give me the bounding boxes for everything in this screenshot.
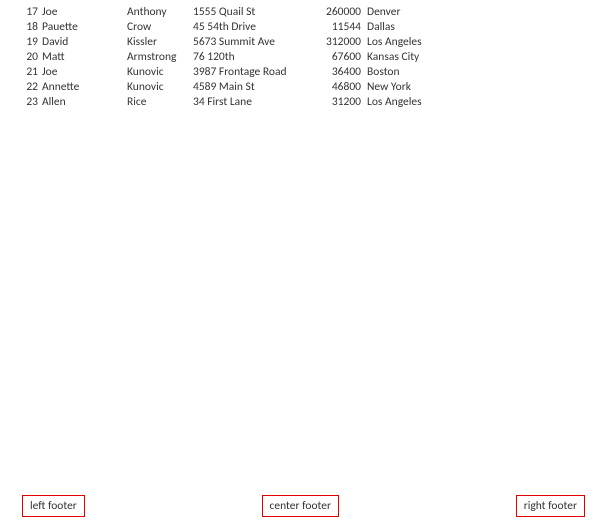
cell-last-name: Rice — [127, 95, 193, 110]
cell-id: 18 — [22, 20, 42, 35]
table-row: 18 Pauette Crow 45 54th Drive 11544 Dall… — [22, 20, 607, 35]
table-row: 19 David Kissler 5673 Summit Ave 312000 … — [22, 35, 607, 50]
cell-city: Dallas — [367, 20, 487, 35]
cell-city: New York — [367, 80, 487, 95]
cell-number: 11544 — [319, 20, 367, 35]
table-row: 20 Matt Armstrong 76 120th 67600 Kansas … — [22, 50, 607, 65]
cell-id: 17 — [22, 5, 42, 20]
cell-first-name: Joe — [42, 65, 127, 80]
cell-last-name: Kunovic — [127, 65, 193, 80]
cell-id: 19 — [22, 35, 42, 50]
cell-id: 21 — [22, 65, 42, 80]
table-row: 21 Joe Kunovic 3987 Frontage Road 36400 … — [22, 65, 607, 80]
cell-last-name: Crow — [127, 20, 193, 35]
cell-address: 5673 Summit Ave — [193, 35, 319, 50]
cell-last-name: Kunovic — [127, 80, 193, 95]
cell-id: 20 — [22, 50, 42, 65]
table-row: 23 Allen Rice 34 First Lane 31200 Los An… — [22, 95, 607, 110]
cell-city: Boston — [367, 65, 487, 80]
cell-city: Kansas City — [367, 50, 487, 65]
page-footer: left footer center footer right footer — [0, 495, 607, 517]
cell-number: 31200 — [319, 95, 367, 110]
footer-left: left footer — [22, 495, 85, 517]
cell-address: 76 120th — [193, 50, 319, 65]
footer-center: center footer — [262, 495, 339, 517]
cell-number: 260000 — [319, 5, 367, 20]
cell-number: 67600 — [319, 50, 367, 65]
footer-right: right footer — [516, 495, 585, 517]
cell-address: 3987 Frontage Road — [193, 65, 319, 80]
cell-id: 23 — [22, 95, 42, 110]
table-row: 22 Annette Kunovic 4589 Main St 46800 Ne… — [22, 80, 607, 95]
cell-last-name: Armstrong — [127, 50, 193, 65]
cell-first-name: Matt — [42, 50, 127, 65]
cell-first-name: Pauette — [42, 20, 127, 35]
cell-city: Los Angeles — [367, 95, 487, 110]
cell-number: 46800 — [319, 80, 367, 95]
cell-first-name: Allen — [42, 95, 127, 110]
table-row: 17 Joe Anthony 1555 Quail St 260000 Denv… — [22, 5, 607, 20]
data-table: 17 Joe Anthony 1555 Quail St 260000 Denv… — [0, 0, 607, 110]
cell-address: 4589 Main St — [193, 80, 319, 95]
cell-address: 1555 Quail St — [193, 5, 319, 20]
cell-last-name: Kissler — [127, 35, 193, 50]
cell-address: 45 54th Drive — [193, 20, 319, 35]
cell-id: 22 — [22, 80, 42, 95]
cell-last-name: Anthony — [127, 5, 193, 20]
cell-first-name: David — [42, 35, 127, 50]
cell-address: 34 First Lane — [193, 95, 319, 110]
cell-city: Denver — [367, 5, 487, 20]
cell-first-name: Joe — [42, 5, 127, 20]
cell-first-name: Annette — [42, 80, 127, 95]
cell-number: 36400 — [319, 65, 367, 80]
cell-number: 312000 — [319, 35, 367, 50]
cell-city: Los Angeles — [367, 35, 487, 50]
